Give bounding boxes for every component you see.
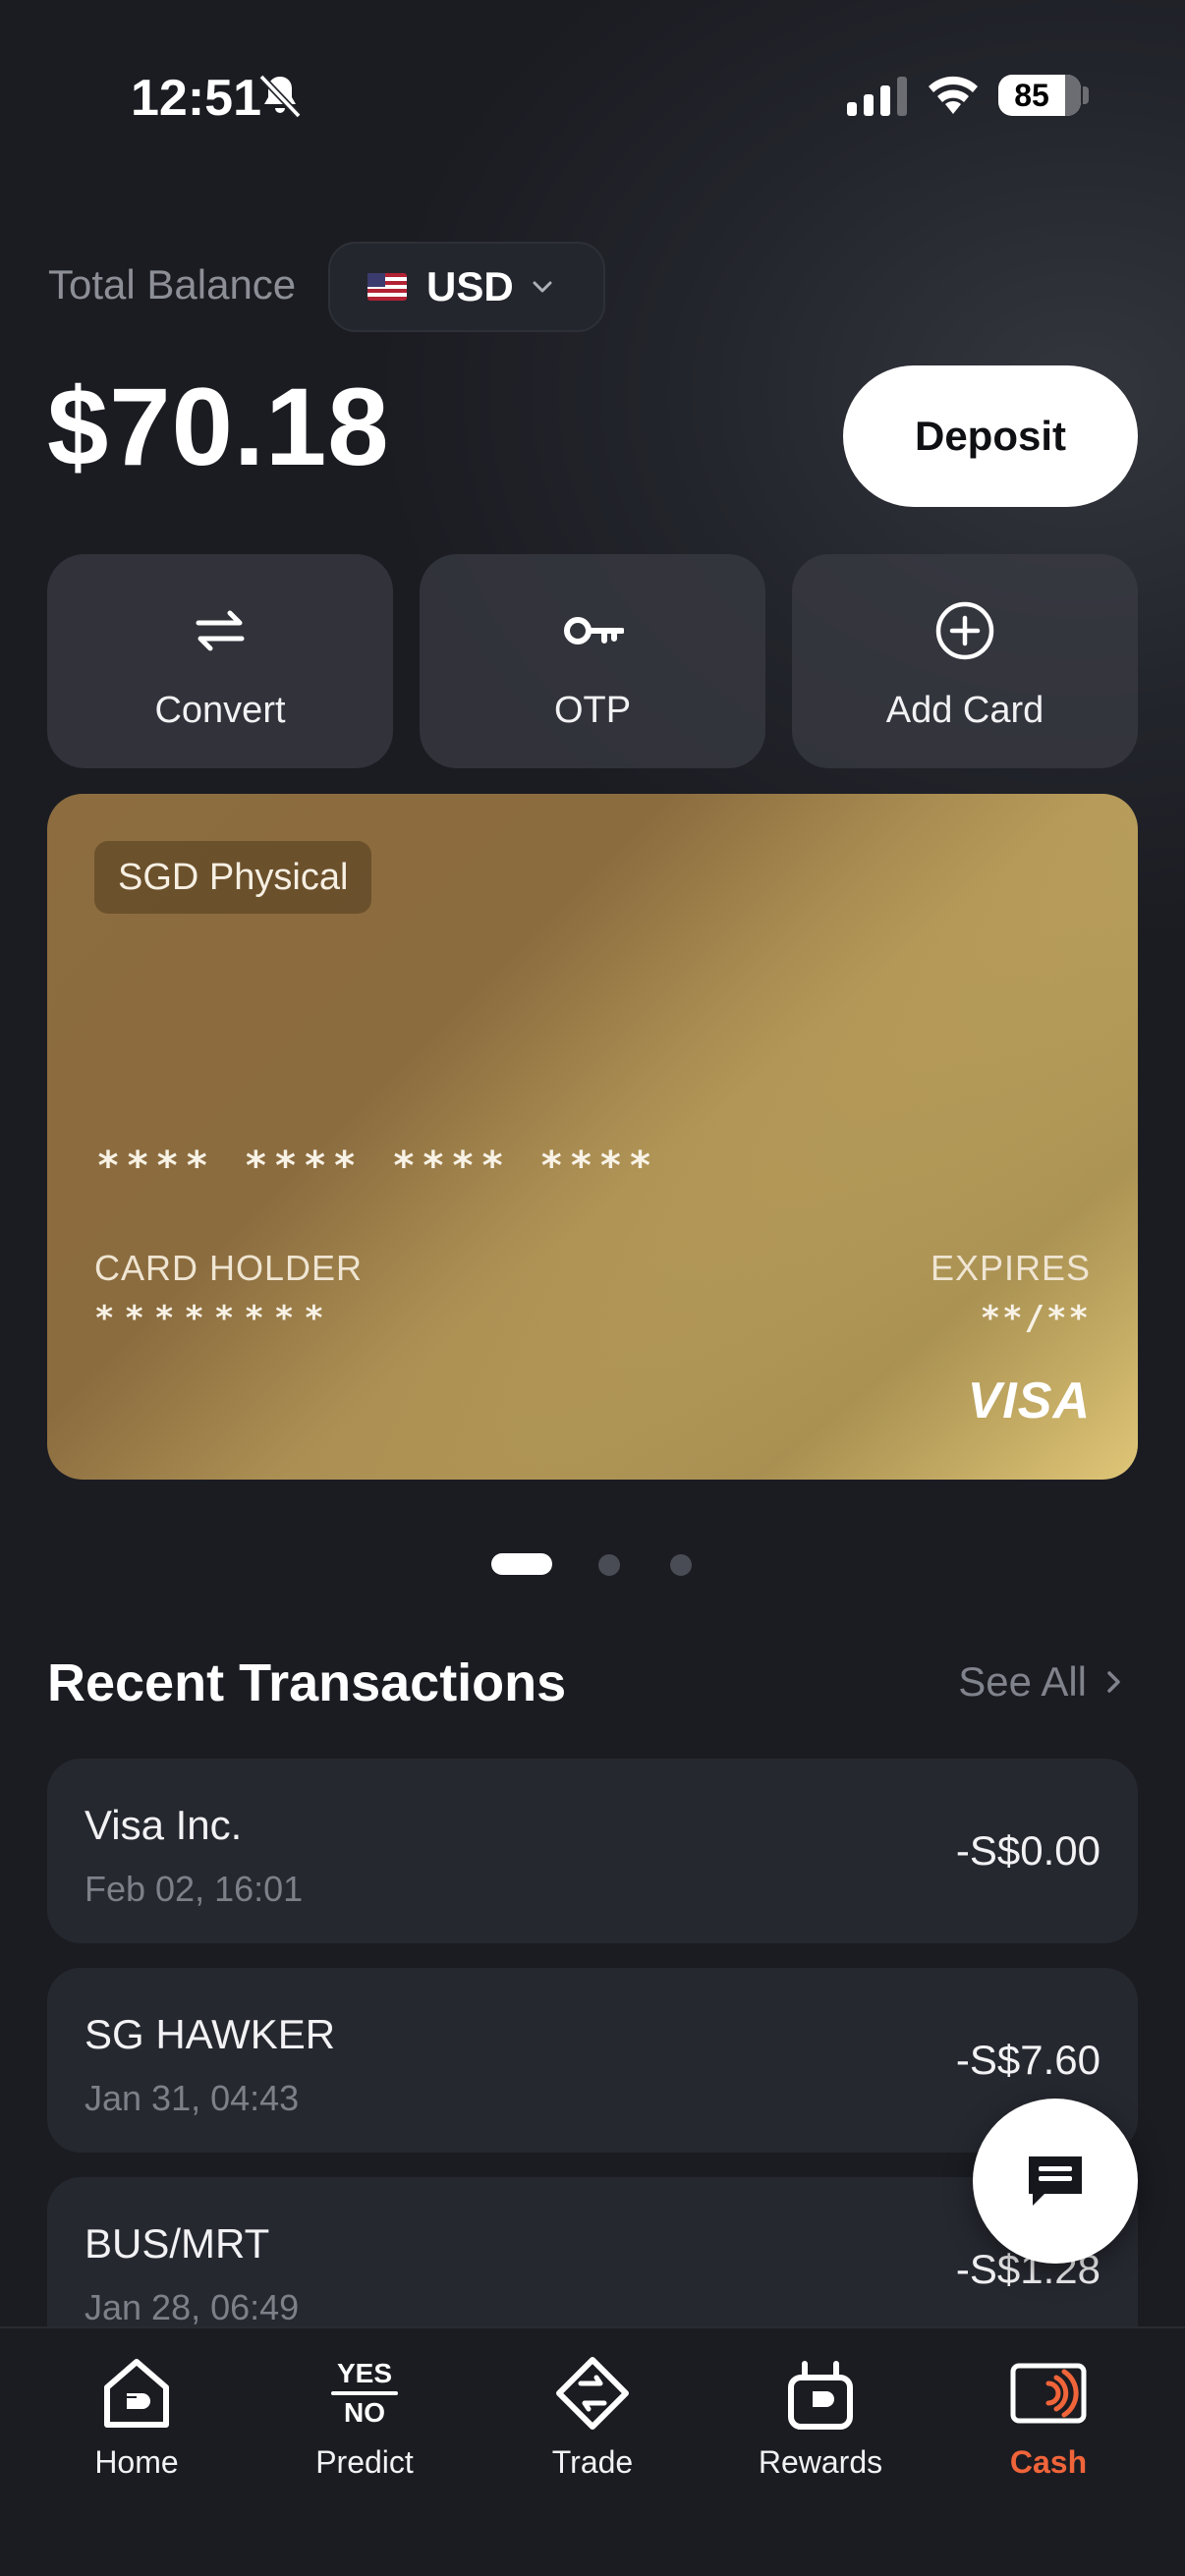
card-number: **** **** **** **** [96,1144,658,1189]
visa-logo: VISA [967,1372,1091,1429]
battery-tip [1083,86,1089,104]
payment-card[interactable]: SGD Physical **** **** **** **** CARD HO… [47,794,1138,1480]
nav-predict[interactable]: YES NO Predict [276,2354,453,2482]
gift-icon [788,2361,853,2430]
transaction-date: Feb 02, 16:01 [85,1869,304,1909]
transaction-row[interactable]: Visa Inc. Feb 02, 16:01 -S$0.00 [47,1759,1138,1943]
chat-icon [1029,2156,1082,2206]
currency-selector[interactable]: USD [328,242,605,332]
expires-label: EXPIRES [930,1248,1091,1288]
swap-arrows-icon [196,610,245,651]
yes-no-divider [331,2391,398,2395]
transaction-row[interactable]: SG HAWKER Jan 31, 04:43 -S$7.60 [47,1968,1138,2153]
recent-transactions-title: Recent Transactions [47,1653,567,1712]
bottom-nav: Home YES NO Predict Trade Rewards Cash [0,2326,1185,2576]
plus-circle-icon [935,601,994,660]
nav-cash-label: Cash [1009,2444,1088,2480]
home-icon [104,2359,169,2428]
status-time: 12:51 [131,70,261,127]
card-holder-label: CARD HOLDER [94,1248,364,1288]
us-flag-icon [367,273,407,301]
nav-home[interactable]: Home [48,2354,225,2482]
nav-rewards-label: Rewards [758,2444,883,2480]
card-type-badge: SGD Physical [94,841,372,914]
nav-trade-label: Trade [551,2444,634,2480]
card-pager [0,1552,1185,1576]
signal-icon [847,77,907,116]
transaction-amount: -S$0.00 [955,1827,1100,1874]
nav-trade[interactable]: Trade [504,2354,681,2482]
key-icon [564,617,624,644]
convert-label: Convert [154,690,286,731]
pager-dot-2[interactable] [598,1554,620,1576]
transaction-name: BUS/MRT [85,2220,270,2267]
support-chat-button[interactable] [973,2099,1138,2264]
add-card-button[interactable]: Add Card [792,554,1138,768]
otp-label: OTP [553,690,632,731]
bell-muted-icon [258,74,302,119]
transaction-date: Jan 31, 04:43 [85,2078,300,2118]
deposit-button[interactable]: Deposit [843,365,1138,507]
see-all-label: See All [958,1658,1087,1705]
status-bar: 12:51 85 [0,0,1185,187]
chevron-right-icon [1107,1671,1120,1693]
pager-dot-1[interactable] [491,1553,552,1575]
transaction-amount: -S$7.60 [955,2037,1100,2083]
wifi-icon [929,76,978,114]
balance-amount: $70.18 [47,365,390,488]
nav-home-label: Home [94,2444,179,2480]
app-screen: 12:51 85 Total Balance USD $70.18 Deposi… [0,0,1185,2576]
total-balance-label: Total Balance [48,261,297,308]
convert-button[interactable]: Convert [47,554,393,768]
yes-no-icon-top: YES [336,2358,393,2388]
chevron-down-icon [533,281,552,293]
pager-dot-3[interactable] [670,1554,692,1576]
add-card-label: Add Card [885,690,1044,731]
expires-value: **/** [980,1299,1091,1338]
nav-cash[interactable]: Cash [960,2354,1137,2482]
yes-no-icon: YES NO [325,2354,404,2433]
battery-indicator: 85 [998,75,1081,116]
nav-predict-label: Predict [315,2444,414,2480]
currency-code: USD [426,263,514,309]
card-tap-icon [1010,2363,1087,2424]
card-holder-value: ******** [94,1299,334,1338]
see-all-link[interactable]: See All [958,1658,1126,1706]
nav-rewards[interactable]: Rewards [732,2354,909,2482]
transaction-name: Visa Inc. [85,1802,243,1848]
otp-button[interactable]: OTP [420,554,765,768]
trade-icon [556,2357,629,2430]
yes-no-icon-bottom: NO [344,2397,385,2428]
battery-level: 85 [1014,77,1049,113]
transaction-date: Jan 28, 06:49 [85,2287,300,2327]
transaction-name: SG HAWKER [85,2011,336,2057]
